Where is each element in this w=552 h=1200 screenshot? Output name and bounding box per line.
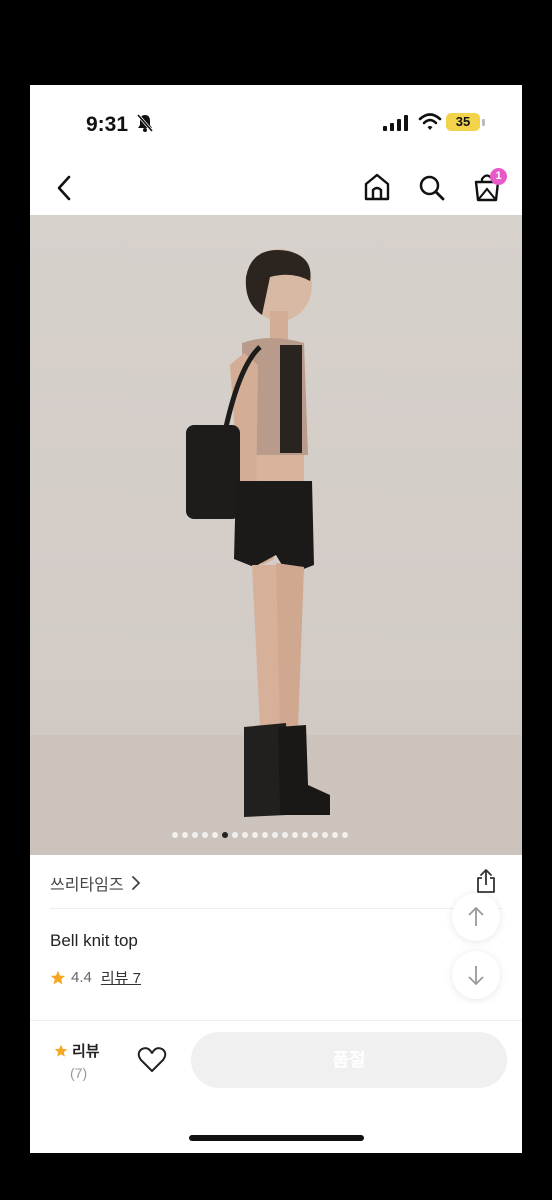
share-icon[interactable]: [474, 868, 498, 894]
pagination-dot[interactable]: [252, 832, 258, 838]
soldout-button[interactable]: 품절: [191, 1032, 507, 1088]
pagination-dot[interactable]: [272, 832, 278, 838]
pagination-dot[interactable]: [302, 832, 308, 838]
pagination-dot[interactable]: [192, 832, 198, 838]
pagination-dot[interactable]: [282, 832, 288, 838]
phone-screen: 9:31 35 1 쓰리타임즈 Bell knit top 4.4 리뷰 7 리…: [30, 85, 522, 1153]
pagination-dot[interactable]: [262, 832, 268, 838]
brand-name: 쓰리타임즈: [50, 877, 124, 894]
product-photo-figure: [30, 249, 522, 855]
bottom-review-label: 리뷰: [72, 1043, 100, 1060]
pagination-dot-active[interactable]: [222, 832, 228, 838]
pagination-dot[interactable]: [212, 832, 218, 838]
pagination-dot[interactable]: [322, 832, 328, 838]
battery-icon: 35: [446, 113, 480, 131]
bell-slash-icon: [136, 114, 154, 132]
star-icon: [50, 970, 66, 984]
pagination-dot[interactable]: [292, 832, 298, 838]
divider: [50, 908, 502, 909]
image-pagination: [172, 832, 348, 838]
home-icon[interactable]: [362, 171, 392, 203]
bottom-bar-divider: [30, 1020, 522, 1021]
star-icon: [54, 1044, 68, 1057]
product-name: Bell knit top: [50, 931, 138, 950]
status-time: 9:31: [86, 113, 129, 136]
bottom-review-count: (7): [70, 1065, 88, 1081]
back-icon[interactable]: [50, 173, 80, 203]
scroll-bottom-button[interactable]: [452, 951, 500, 999]
heart-icon[interactable]: [137, 1045, 167, 1075]
signal-icon: [383, 115, 408, 131]
pagination-dot[interactable]: [232, 832, 238, 838]
pagination-dot[interactable]: [182, 832, 188, 838]
cart-count-badge: 1: [490, 168, 507, 185]
battery-cap: [482, 119, 485, 126]
home-indicator: [189, 1135, 364, 1141]
pagination-dot[interactable]: [242, 832, 248, 838]
rating-row: 4.4 리뷰 7: [50, 967, 141, 988]
review-link[interactable]: 리뷰 7: [101, 967, 141, 988]
search-icon[interactable]: [417, 173, 447, 203]
pagination-dot[interactable]: [342, 832, 348, 838]
rating-value: 4.4: [71, 969, 92, 986]
wifi-icon: [418, 113, 442, 130]
pagination-dot[interactable]: [312, 832, 318, 838]
arrow-down-icon: [468, 966, 484, 986]
pagination-dot[interactable]: [172, 832, 178, 838]
arrow-up-icon: [468, 906, 484, 926]
bottom-review-button[interactable]: 리뷰: [54, 1040, 100, 1061]
pagination-dot[interactable]: [202, 832, 208, 838]
chevron-right-icon: [131, 876, 140, 890]
product-image[interactable]: [30, 215, 522, 855]
pagination-dot[interactable]: [332, 832, 338, 838]
brand-link[interactable]: 쓰리타임즈: [50, 871, 142, 895]
scroll-top-button[interactable]: [452, 893, 500, 941]
